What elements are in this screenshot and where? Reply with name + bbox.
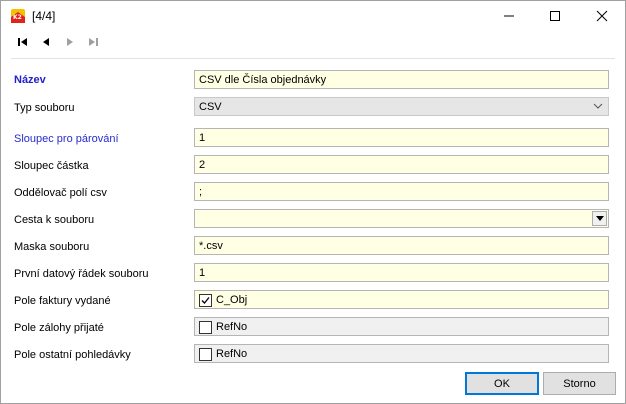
ok-button[interactable]: OK [465,372,539,395]
pole-faktury-field: C_Obj [194,290,609,309]
previous-record-button[interactable] [38,35,54,49]
oddelovac-value: ; [199,186,203,198]
cesta-label: Cesta k souboru [14,214,95,226]
pole-zalohy-checkbox[interactable] [199,321,212,334]
pole-ostatni-value: RefNo [216,348,248,360]
pole-zalohy-value: RefNo [216,321,248,333]
nazev-field[interactable]: CSV dle Čísla objednávky [194,70,609,89]
typ-souboru-select[interactable]: CSV [194,97,609,116]
cancel-button[interactable]: Storno [543,372,616,395]
pole-ostatni-label: Pole ostatní pohledávky [14,349,131,361]
nazev-value: CSV dle Čísla objednávky [199,74,327,86]
cesta-dropdown-button[interactable] [592,211,607,226]
prvni-radek-label: První datový řádek souboru [14,268,149,280]
next-record-button[interactable] [62,35,78,49]
next-icon [67,38,73,46]
last-icon [89,38,98,46]
typ-souboru-label: Typ souboru [14,102,75,114]
minimize-icon [504,15,514,17]
cesta-field[interactable] [194,209,609,228]
sloupec-castka-label: Sloupec částka [14,160,89,172]
first-icon [18,38,27,46]
sloupec-parovani-value: 1 [199,132,206,144]
typ-souboru-value: CSV [199,101,222,113]
toolbar-separator [11,58,615,59]
record-navigation-toolbar [1,31,625,53]
nazev-label: Název [14,74,46,86]
checkmark-icon [201,297,210,304]
sloupec-castka-field[interactable]: 2 [194,155,609,174]
title-bar: K2 [4/4] [1,1,625,31]
prvni-radek-value: 1 [199,267,206,279]
prvni-radek-field[interactable]: 1 [194,263,609,282]
maska-value: *.csv [199,240,223,252]
prev-icon [43,38,49,46]
pole-faktury-checkbox[interactable] [199,294,212,307]
pole-zalohy-label: Pole zálohy přijaté [14,322,104,334]
pole-zalohy-field: RefNo [194,317,609,336]
close-icon [596,10,608,22]
window-title: [4/4] [32,9,56,23]
sloupec-parovani-field[interactable]: 1 [194,128,609,147]
close-button[interactable] [579,1,625,31]
pole-ostatni-checkbox[interactable] [199,348,212,361]
svg-text:K2: K2 [13,14,22,21]
oddelovac-field[interactable]: ; [194,182,609,201]
first-record-button[interactable] [15,35,31,49]
pole-faktury-label: Pole faktury vydané [14,295,111,307]
app-icon: K2 [10,8,26,24]
maska-field[interactable]: *.csv [194,236,609,255]
minimize-button[interactable] [486,1,532,31]
pole-ostatni-field: RefNo [194,344,609,363]
sloupec-parovani-label: Sloupec pro párování [14,133,119,145]
chevron-down-icon [591,99,605,113]
sloupec-castka-value: 2 [199,159,206,171]
maska-label: Maska souboru [14,241,90,253]
last-record-button[interactable] [85,35,101,49]
oddelovac-label: Oddělovač polí csv [14,187,107,199]
maximize-button[interactable] [532,1,578,31]
dialog-window: K2 [4/4] Název CSV dle Čísla objednávky … [0,0,626,404]
pole-faktury-value: C_Obj [216,294,248,306]
maximize-icon [550,11,560,21]
triangle-down-icon [595,216,604,221]
